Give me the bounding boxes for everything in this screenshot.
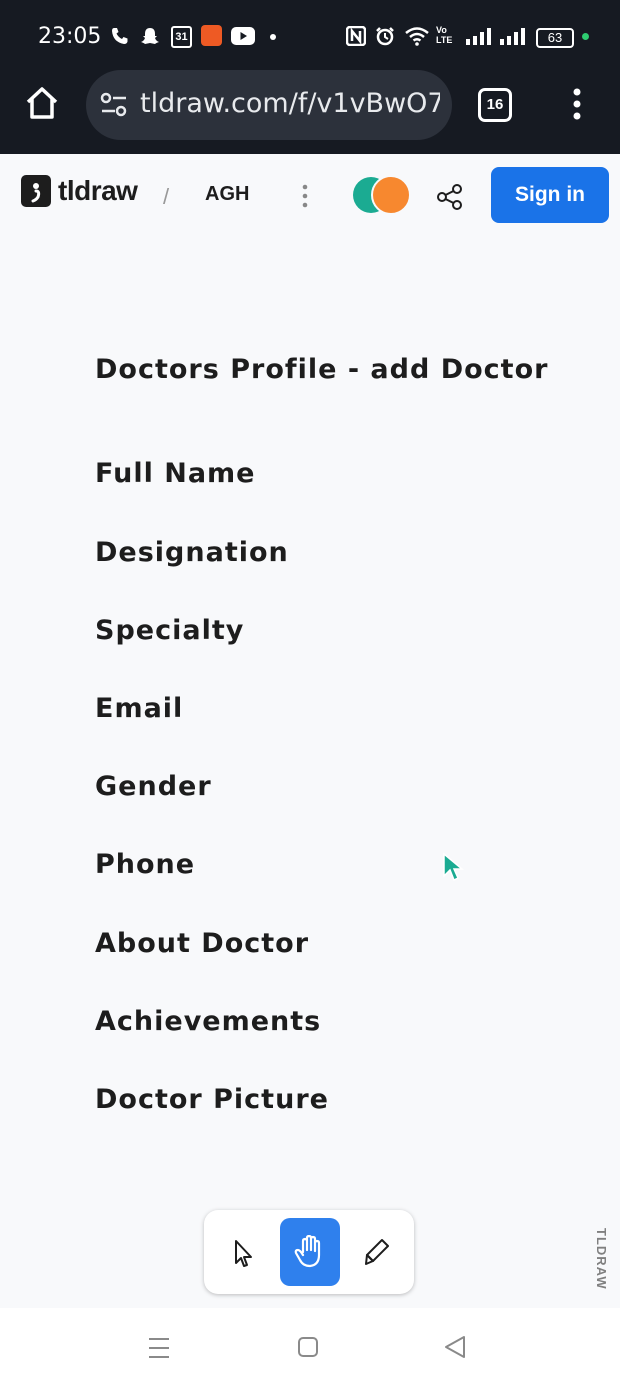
field-gender[interactable]: Gender [95,771,212,802]
url-bar[interactable]: tldraw.com/f/v1vBwO7v3 [86,70,452,140]
logo-text[interactable]: tldraw [58,175,138,207]
volte-label: Vo LTE [436,25,453,45]
status-bar: 23:05 31 Vo LTE 63 [0,0,620,70]
alarm-icon [376,27,394,46]
battery-level: 63 [547,30,563,45]
calendar-icon: 31 [171,26,192,48]
field-phone[interactable]: Phone [95,849,195,880]
home-icon[interactable] [24,85,60,121]
youtube-icon [231,27,255,45]
battery-icon: 63 [536,28,574,48]
field-email[interactable]: Email [95,693,183,724]
back-icon[interactable] [443,1335,467,1359]
document-name[interactable]: AGH [205,183,249,206]
nav-home-icon[interactable] [297,1336,319,1358]
wifi-icon [405,27,429,46]
browser-toolbar: tldraw.com/f/v1vBwO7v3 16 [0,70,620,154]
recents-icon[interactable] [147,1336,171,1360]
tool-palette [204,1210,414,1294]
canvas-title[interactable]: Doctors Profile - add Doctor [95,354,548,385]
collaborator-cursor-icon [443,852,464,882]
field-specialty[interactable]: Specialty [95,615,244,646]
hand-tool-button[interactable] [280,1218,340,1286]
collaborator-avatar-orange[interactable] [371,175,411,215]
document-menu-icon[interactable] [298,184,312,208]
field-full-name[interactable]: Full Name [95,458,256,489]
pencil-icon [365,1239,389,1265]
signal-icon-2 [500,28,525,45]
app-header: tldraw / AGH Sign in [0,156,620,232]
field-achievements[interactable]: Achievements [95,1006,321,1037]
field-about-doctor[interactable]: About Doctor [95,928,309,959]
tldraw-watermark[interactable]: TLDRAW [594,1228,609,1290]
signal-icon [466,28,491,45]
shopping-app-icon [201,25,222,46]
hand-icon [294,1235,321,1268]
field-doctor-picture[interactable]: Doctor Picture [95,1084,329,1115]
snapchat-icon [141,28,159,44]
phone-call-icon [112,28,128,44]
status-time: 23:05 [38,24,102,49]
tldraw-logo-icon[interactable] [21,175,51,207]
charging-dot-icon [582,33,589,40]
nfc-icon [346,26,366,46]
select-tool-button[interactable] [212,1218,272,1286]
breadcrumb-separator: / [163,184,170,209]
notification-dot-icon [270,34,276,40]
tab-switcher-button[interactable]: 16 [478,88,512,122]
draw-tool-button[interactable] [348,1218,408,1286]
calendar-day: 31 [175,31,188,43]
select-arrow-icon [235,1240,252,1267]
drawing-canvas[interactable]: Doctors Profile - add Doctor Full Name D… [0,232,620,1308]
system-nav-bar [0,1308,620,1386]
site-settings-icon[interactable] [100,92,128,118]
sign-in-button[interactable]: Sign in [491,167,609,223]
browser-menu-icon[interactable] [570,87,584,121]
field-designation[interactable]: Designation [95,537,289,568]
url-text[interactable]: tldraw.com/f/v1vBwO7v3 [140,88,440,119]
share-icon[interactable] [436,183,464,211]
